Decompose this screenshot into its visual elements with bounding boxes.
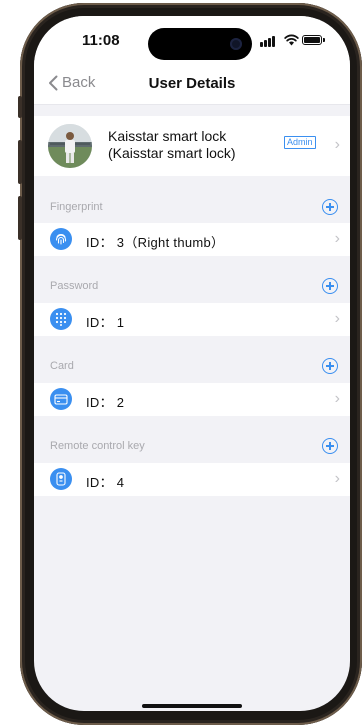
avatar [48,124,92,168]
list-item-remote-key[interactable]: ID： 4 › [34,463,350,496]
wifi-icon [284,34,299,46]
keypad-icon [50,308,72,330]
action-button [18,96,22,118]
add-fingerprint-button[interactable] [322,199,338,215]
card-icon [50,388,72,410]
chevron-right-icon: › [334,310,340,327]
list-item-fingerprint[interactable]: ID： 3（Right thumb） › [34,223,350,256]
section-label-password: Password [50,280,99,292]
add-password-button[interactable] [322,278,338,294]
navigation-bar: Back User Details [34,64,350,105]
section-label-fingerprint: Fingerprint [50,201,103,213]
dynamic-island [148,28,252,60]
user-name: Kaisstar smart lock (Kaisstar smart lock… [108,128,236,161]
page-title: User Details [148,75,236,92]
remote-key-item-label: ID： 4 [86,475,125,490]
home-indicator[interactable] [142,704,242,708]
section-label-remote-key: Remote control key [50,440,145,452]
add-card-button[interactable] [322,358,338,374]
list-item-password[interactable]: ID： 1 › [34,303,350,336]
camera-icon [230,38,242,50]
chevron-right-icon: › [334,136,340,153]
remote-key-icon [50,468,72,490]
add-remote-key-button[interactable] [322,438,338,454]
admin-badge: Admin [284,136,316,149]
app-screen: 11:08 Back User Details Kaisstar smart l… [34,16,350,711]
status-bar: 11:08 [34,16,350,64]
volume-up-button [18,140,22,184]
user-card[interactable]: Kaisstar smart lock (Kaisstar smart lock… [34,116,350,176]
chevron-right-icon: › [334,390,340,407]
chevron-right-icon: › [334,470,340,487]
volume-down-button [18,196,22,240]
chevron-right-icon: › [334,230,340,247]
card-item-label: ID： 2 [86,395,125,410]
password-item-label: ID： 1 [86,315,125,330]
list-item-card[interactable]: ID： 2 › [34,383,350,416]
section-label-card: Card [50,360,74,372]
fingerprint-item-label: ID： 3（Right thumb） [86,235,225,250]
battery-icon [302,35,325,45]
status-time: 11:08 [82,32,120,49]
fingerprint-icon [50,228,72,250]
